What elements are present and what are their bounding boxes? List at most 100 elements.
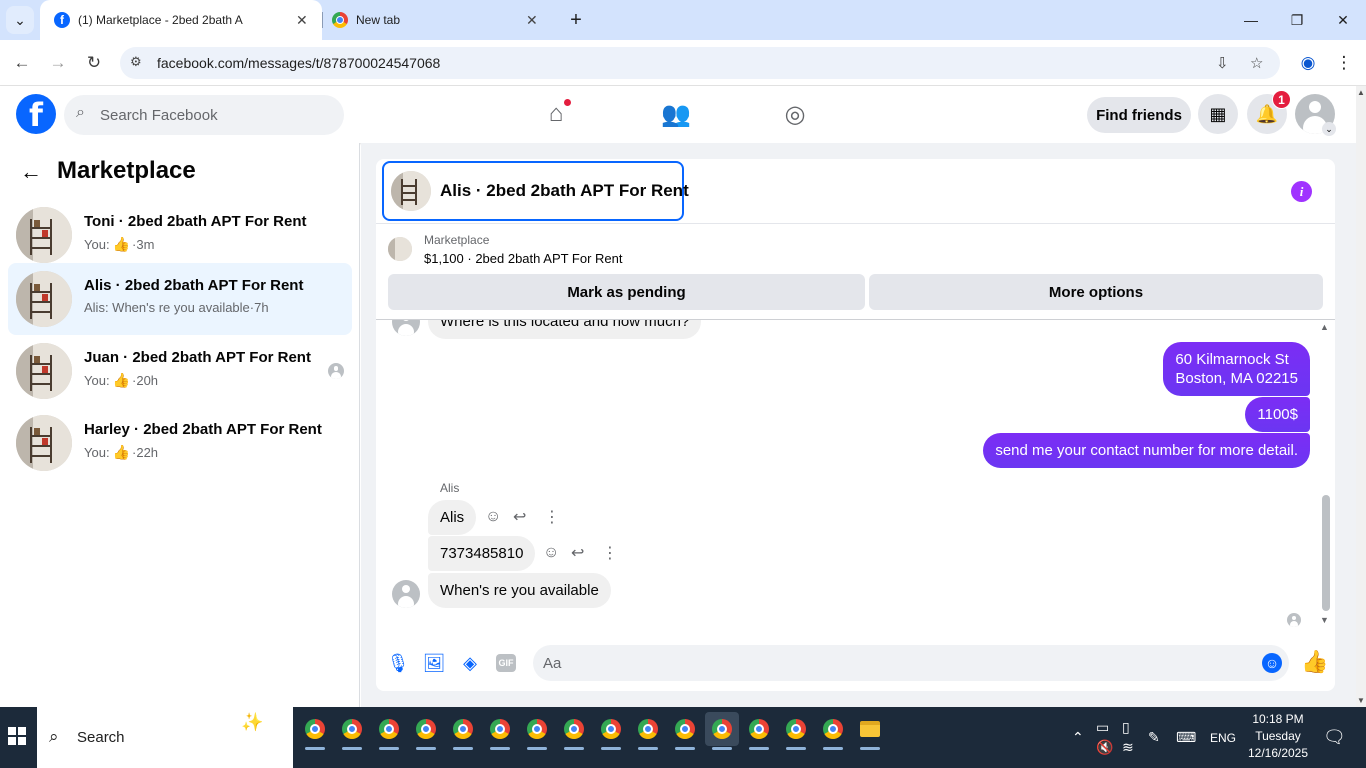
photo-icon[interactable]: 🖼 — [422, 651, 446, 675]
clock-day: Tuesday — [1255, 729, 1301, 743]
back-arrow-icon[interactable]: ← — [8, 49, 36, 77]
chrome-icon — [527, 719, 547, 739]
conversation-harley[interactable]: Harley · 2bed 2bath APT For Rent You: 👍 · 2… — [8, 407, 352, 479]
chat-header[interactable]: Alis · 2bed 2bath APT For Rent — [382, 161, 689, 221]
tab-search-button[interactable]: ⌄ — [6, 6, 34, 34]
forward-arrow-icon[interactable]: → — [44, 49, 72, 77]
taskbar-chrome-app[interactable] — [557, 712, 591, 750]
menu-grid-icon[interactable]: ▦ — [1198, 94, 1238, 134]
facebook-search[interactable]: ⌕ — [64, 95, 344, 135]
language-indicator[interactable]: ENG — [1210, 707, 1236, 768]
keyboard-icon[interactable]: ⌨ — [1176, 707, 1196, 768]
incoming-message[interactable]: Where is this located and how much? — [428, 320, 702, 339]
thumbs-up-icon: 👍 — [112, 444, 130, 460]
friends-icon[interactable]: 👥 — [660, 98, 692, 130]
taskbar-chrome-app[interactable] — [668, 712, 702, 750]
groups-icon[interactable]: ◎ — [779, 98, 811, 130]
new-tab-button[interactable]: + — [564, 8, 588, 32]
mark-as-pending-button[interactable]: Mark as pending — [388, 274, 865, 310]
taskbar-chrome-app[interactable] — [816, 712, 850, 750]
taskbar-search[interactable]: ⌕ Search ✨ — [37, 707, 293, 768]
emoji-icon[interactable]: ☺ — [1262, 653, 1282, 673]
sparkle-icon: ✨ — [241, 712, 264, 732]
taskbar-chrome-app[interactable] — [779, 712, 813, 750]
bookmark-star-icon[interactable]: ☆ — [1250, 54, 1263, 72]
more-actions-icon[interactable]: ⋮ — [602, 543, 618, 563]
sticker-icon[interactable]: ◈ — [458, 651, 482, 675]
account-chevron-icon[interactable]: ⌄ — [1322, 122, 1336, 136]
more-options-button[interactable]: More options — [869, 274, 1323, 310]
taskbar-chrome-app[interactable] — [483, 712, 517, 750]
facebook-logo-icon[interactable]: f — [16, 94, 56, 134]
url-text[interactable]: facebook.com/messages/t/878700024547068 — [157, 55, 440, 71]
chrome-icon — [416, 719, 436, 739]
restore-button[interactable]: ❐ — [1274, 0, 1320, 40]
taskbar-chrome-app[interactable] — [372, 712, 406, 750]
chat-panel-background: Alis · 2bed 2bath APT For Rent i Marketp… — [361, 143, 1356, 707]
minimize-button[interactable]: — — [1228, 0, 1274, 40]
close-tab-icon[interactable]: ✕ — [526, 12, 538, 29]
chrome-icon — [823, 719, 843, 739]
tab-marketplace[interactable]: f (1) Marketplace - 2bed 2bath A ✕ — [40, 0, 322, 40]
taskbar-file-explorer[interactable] — [853, 712, 887, 750]
react-emoji-icon[interactable]: ☺ — [485, 508, 501, 526]
site-info-icon[interactable]: ⚙ — [130, 54, 142, 70]
conversation-alis[interactable]: Alis · 2bed 2bath APT For Rent Alis: Whe… — [8, 263, 352, 335]
incoming-message[interactable]: 7373485810 — [428, 536, 536, 571]
taskbar-chrome-app[interactable] — [594, 712, 628, 750]
taskbar-chrome-app[interactable] — [298, 712, 332, 750]
scroll-down-icon[interactable]: ▼ — [1357, 696, 1365, 705]
close-window-button[interactable]: ✕ — [1320, 0, 1366, 40]
find-friends-button[interactable]: Find friends — [1087, 97, 1191, 133]
taskbar-chrome-app[interactable] — [631, 712, 665, 750]
reply-icon[interactable]: ↩ — [513, 507, 526, 527]
scroll-down-icon[interactable]: ▼ — [1320, 615, 1329, 625]
scroll-up-icon[interactable]: ▲ — [1320, 322, 1329, 332]
reload-icon[interactable]: ↻ — [80, 49, 108, 77]
profile-icon[interactable]: ◉ — [1296, 51, 1320, 75]
outgoing-message[interactable]: 60 Kilmarnock St Boston, MA 02215 — [1163, 342, 1310, 396]
volume-muted-icon[interactable]: 🔇 — [1096, 717, 1113, 768]
taskbar-chrome-app[interactable] — [742, 712, 776, 750]
listing-thumbnail — [16, 415, 72, 471]
windows-start-icon[interactable] — [8, 727, 26, 745]
scroll-up-icon[interactable]: ▲ — [1357, 88, 1365, 97]
outgoing-message[interactable]: 1100$ — [1245, 397, 1310, 432]
listing-title[interactable]: $1,100 · 2bed 2bath APT For Rent — [424, 251, 623, 266]
notification-center-icon[interactable]: 🗨 — [1323, 727, 1346, 748]
taskbar-chrome-app[interactable] — [520, 712, 554, 750]
react-emoji-icon[interactable]: ☺ — [543, 544, 559, 562]
conversation-juan[interactable]: Juan · 2bed 2bath APT For Rent You: 👍 · 20h — [8, 335, 352, 407]
address-bar[interactable]: ⚙ facebook.com/messages/t/87870002454706… — [120, 47, 1280, 79]
info-icon[interactable]: i — [1291, 181, 1312, 202]
back-arrow-icon[interactable]: ← — [20, 159, 42, 185]
message-scrollbar[interactable] — [1322, 495, 1330, 611]
taskbar-chrome-app[interactable] — [446, 712, 480, 750]
taskbar-chrome-app-active[interactable] — [705, 712, 739, 750]
page-scrollbar[interactable]: ▲ ▼ — [1356, 86, 1366, 707]
close-tab-icon[interactable]: ✕ — [296, 12, 308, 29]
show-hidden-icons[interactable]: ⌃ — [1072, 707, 1084, 768]
message-input[interactable] — [543, 645, 1243, 681]
more-actions-icon[interactable]: ⋮ — [544, 507, 560, 527]
gif-icon[interactable]: GIF — [496, 654, 516, 672]
incoming-message[interactable]: Alis — [428, 500, 477, 535]
sender-avatar — [392, 580, 420, 608]
conversation-toni[interactable]: Toni · 2bed 2bath APT For Rent You: 👍 · 3m — [8, 199, 352, 271]
facebook-search-input[interactable] — [100, 95, 330, 135]
wifi-icon[interactable]: ≋ — [1122, 717, 1134, 768]
browser-tab-strip: ⌄ f (1) Marketplace - 2bed 2bath A ✕ New… — [0, 0, 1366, 40]
pen-icon[interactable]: ✎ — [1148, 707, 1160, 768]
tab-new-tab[interactable]: New tab ✕ — [332, 0, 554, 40]
install-app-icon[interactable]: ⇩ — [1216, 54, 1229, 72]
reply-icon[interactable]: ↩ — [571, 543, 584, 563]
taskbar-clock[interactable]: 10:18 PM Tuesday 12/16/2025 — [1240, 711, 1316, 762]
taskbar-chrome-app[interactable] — [335, 712, 369, 750]
microphone-icon[interactable]: 🎙 — [386, 651, 410, 675]
chrome-menu-icon[interactable]: ⋮ — [1332, 51, 1356, 75]
outgoing-message[interactable]: send me your contact number for more det… — [983, 433, 1310, 468]
taskbar-chrome-app[interactable] — [409, 712, 443, 750]
thumbs-up-send-icon[interactable]: 👍 — [1301, 649, 1328, 675]
incoming-message[interactable]: When's re you available — [428, 573, 611, 608]
chrome-icon — [712, 719, 732, 739]
